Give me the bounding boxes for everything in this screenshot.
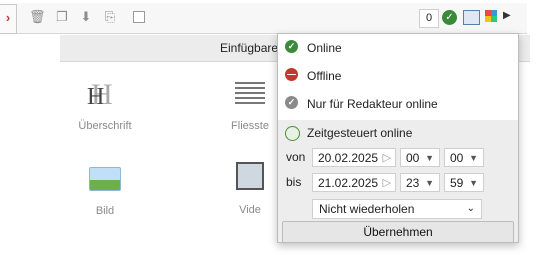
to-minute-select[interactable]: 59 ▼ [444, 173, 484, 192]
insert-item-video[interactable]: Vide [220, 162, 280, 216]
status-option-online[interactable]: ✓ Online [278, 34, 518, 61]
calendar-icon: ▷ [382, 152, 391, 164]
chevron-down-icon: ▼ [425, 178, 434, 188]
chevron-down-icon: ▼ [425, 153, 434, 163]
chevron-down-icon: ▼ [469, 153, 478, 163]
from-hour-select[interactable]: 00 ▼ [400, 148, 440, 167]
chevron-down-icon: ▼ [469, 178, 478, 188]
copy-icon[interactable]: ❐ [55, 10, 69, 24]
video-icon [236, 162, 264, 190]
offline-icon: — [285, 68, 298, 81]
scheduled-title: Zeitgesteuert online [307, 126, 413, 140]
insert-item-text[interactable]: Fliesste [220, 82, 280, 132]
to-date-input[interactable]: 21.02.2025 ▷ [312, 173, 396, 192]
toolbar: 🗑 ❐ ⬇ ⎘ 0 ✓ ▶ [17, 3, 527, 34]
item-label: Fliesste [231, 120, 269, 132]
status-dropdown: ✓ Online — Offline ✓ Nur für Redakteur o… [277, 33, 519, 243]
heading-icon: HH [87, 78, 113, 111]
item-count: 0 [419, 9, 439, 28]
panel-title: Einfügbare [220, 41, 279, 55]
side-panel-toggle[interactable]: › [0, 4, 17, 34]
grid-icon[interactable] [485, 10, 497, 22]
status-option-offline[interactable]: — Offline [278, 62, 518, 89]
to-label: bis [286, 175, 302, 189]
chevron-down-icon: ⌄ [466, 203, 475, 214]
from-minute-select[interactable]: 00 ▼ [444, 148, 484, 167]
item-label: Bild [95, 205, 115, 217]
from-label: von [286, 150, 306, 164]
repeat-select[interactable]: Nicht wiederholen ⌄ [312, 199, 482, 219]
item-label: Vide [239, 204, 261, 216]
arrow-right-icon[interactable]: ▶ [503, 10, 511, 21]
status-online-icon[interactable]: ✓ [442, 10, 457, 25]
online-icon: ✓ [285, 40, 298, 53]
monitor-icon[interactable] [463, 10, 480, 25]
from-date-input[interactable]: 20.02.2025 ▷ [312, 148, 396, 167]
paste-icon[interactable]: ⎘ [103, 10, 117, 24]
select-checkbox[interactable] [133, 11, 145, 23]
download-icon[interactable]: ⬇ [79, 10, 93, 24]
image-icon [89, 167, 121, 191]
insert-item-heading[interactable]: HH Überschrift [65, 78, 145, 132]
text-lines-icon [235, 82, 265, 104]
to-hour-select[interactable]: 23 ▼ [400, 173, 440, 192]
scheduled-section: Zeitgesteuert online von 20.02.2025 ▷ 00 ▼… [278, 120, 518, 243]
insert-item-image[interactable]: Bild [65, 167, 145, 217]
trash-icon[interactable]: 🗑 [29, 10, 46, 24]
clock-icon [285, 126, 300, 141]
apply-button[interactable]: Übernehmen [282, 221, 514, 243]
calendar-icon: ▷ [382, 177, 391, 189]
status-option-editor-only[interactable]: ✓ Nur für Redakteur online [278, 90, 518, 117]
item-label: Überschrift [78, 120, 132, 132]
editor-only-icon: ✓ [285, 96, 298, 109]
